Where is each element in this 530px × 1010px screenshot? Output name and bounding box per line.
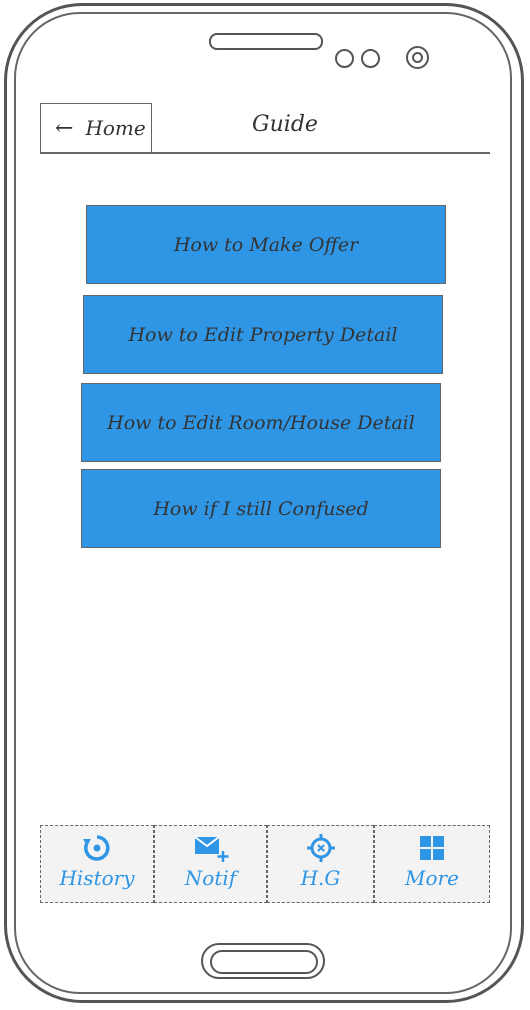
back-button-label: Home bbox=[85, 116, 146, 140]
tab-more[interactable]: More bbox=[374, 825, 490, 903]
mail-add-icon bbox=[193, 832, 229, 864]
arrow-left-icon: ← bbox=[55, 115, 74, 141]
guide-button-label: How to Edit Room/House Detail bbox=[107, 411, 415, 434]
guide-button-label: How if I still Confused bbox=[153, 497, 369, 520]
home-hardware-button[interactable] bbox=[201, 943, 325, 979]
tab-label: More bbox=[405, 866, 459, 890]
guide-still-confused-button[interactable]: How if I still Confused bbox=[81, 469, 441, 548]
tab-notif[interactable]: Notif bbox=[154, 825, 267, 903]
header-divider bbox=[40, 152, 490, 154]
guide-edit-room-button[interactable]: How to Edit Room/House Detail bbox=[81, 383, 441, 462]
page-title: Guide bbox=[252, 112, 318, 137]
sensor-icon bbox=[361, 49, 380, 68]
sensor-icon bbox=[335, 49, 354, 68]
guide-make-offer-button[interactable]: How to Make Offer bbox=[86, 205, 446, 284]
back-button[interactable]: ← Home bbox=[40, 103, 152, 153]
guide-button-label: How to Edit Property Detail bbox=[128, 323, 398, 346]
grid-icon bbox=[418, 832, 446, 864]
bottom-tab-bar: History Notif H.G More bbox=[40, 825, 490, 903]
tab-hg[interactable]: H.G bbox=[267, 825, 374, 903]
camera-icon bbox=[406, 46, 429, 69]
guide-edit-property-button[interactable]: How to Edit Property Detail bbox=[83, 295, 443, 374]
tab-label: History bbox=[59, 866, 135, 890]
tab-history[interactable]: History bbox=[40, 825, 154, 903]
tab-label: Notif bbox=[184, 866, 237, 890]
guide-button-label: How to Make Offer bbox=[173, 233, 359, 256]
tab-label: H.G bbox=[300, 866, 341, 890]
speaker-slot bbox=[209, 33, 323, 50]
history-icon bbox=[82, 832, 112, 864]
crosshair-icon bbox=[306, 832, 336, 864]
